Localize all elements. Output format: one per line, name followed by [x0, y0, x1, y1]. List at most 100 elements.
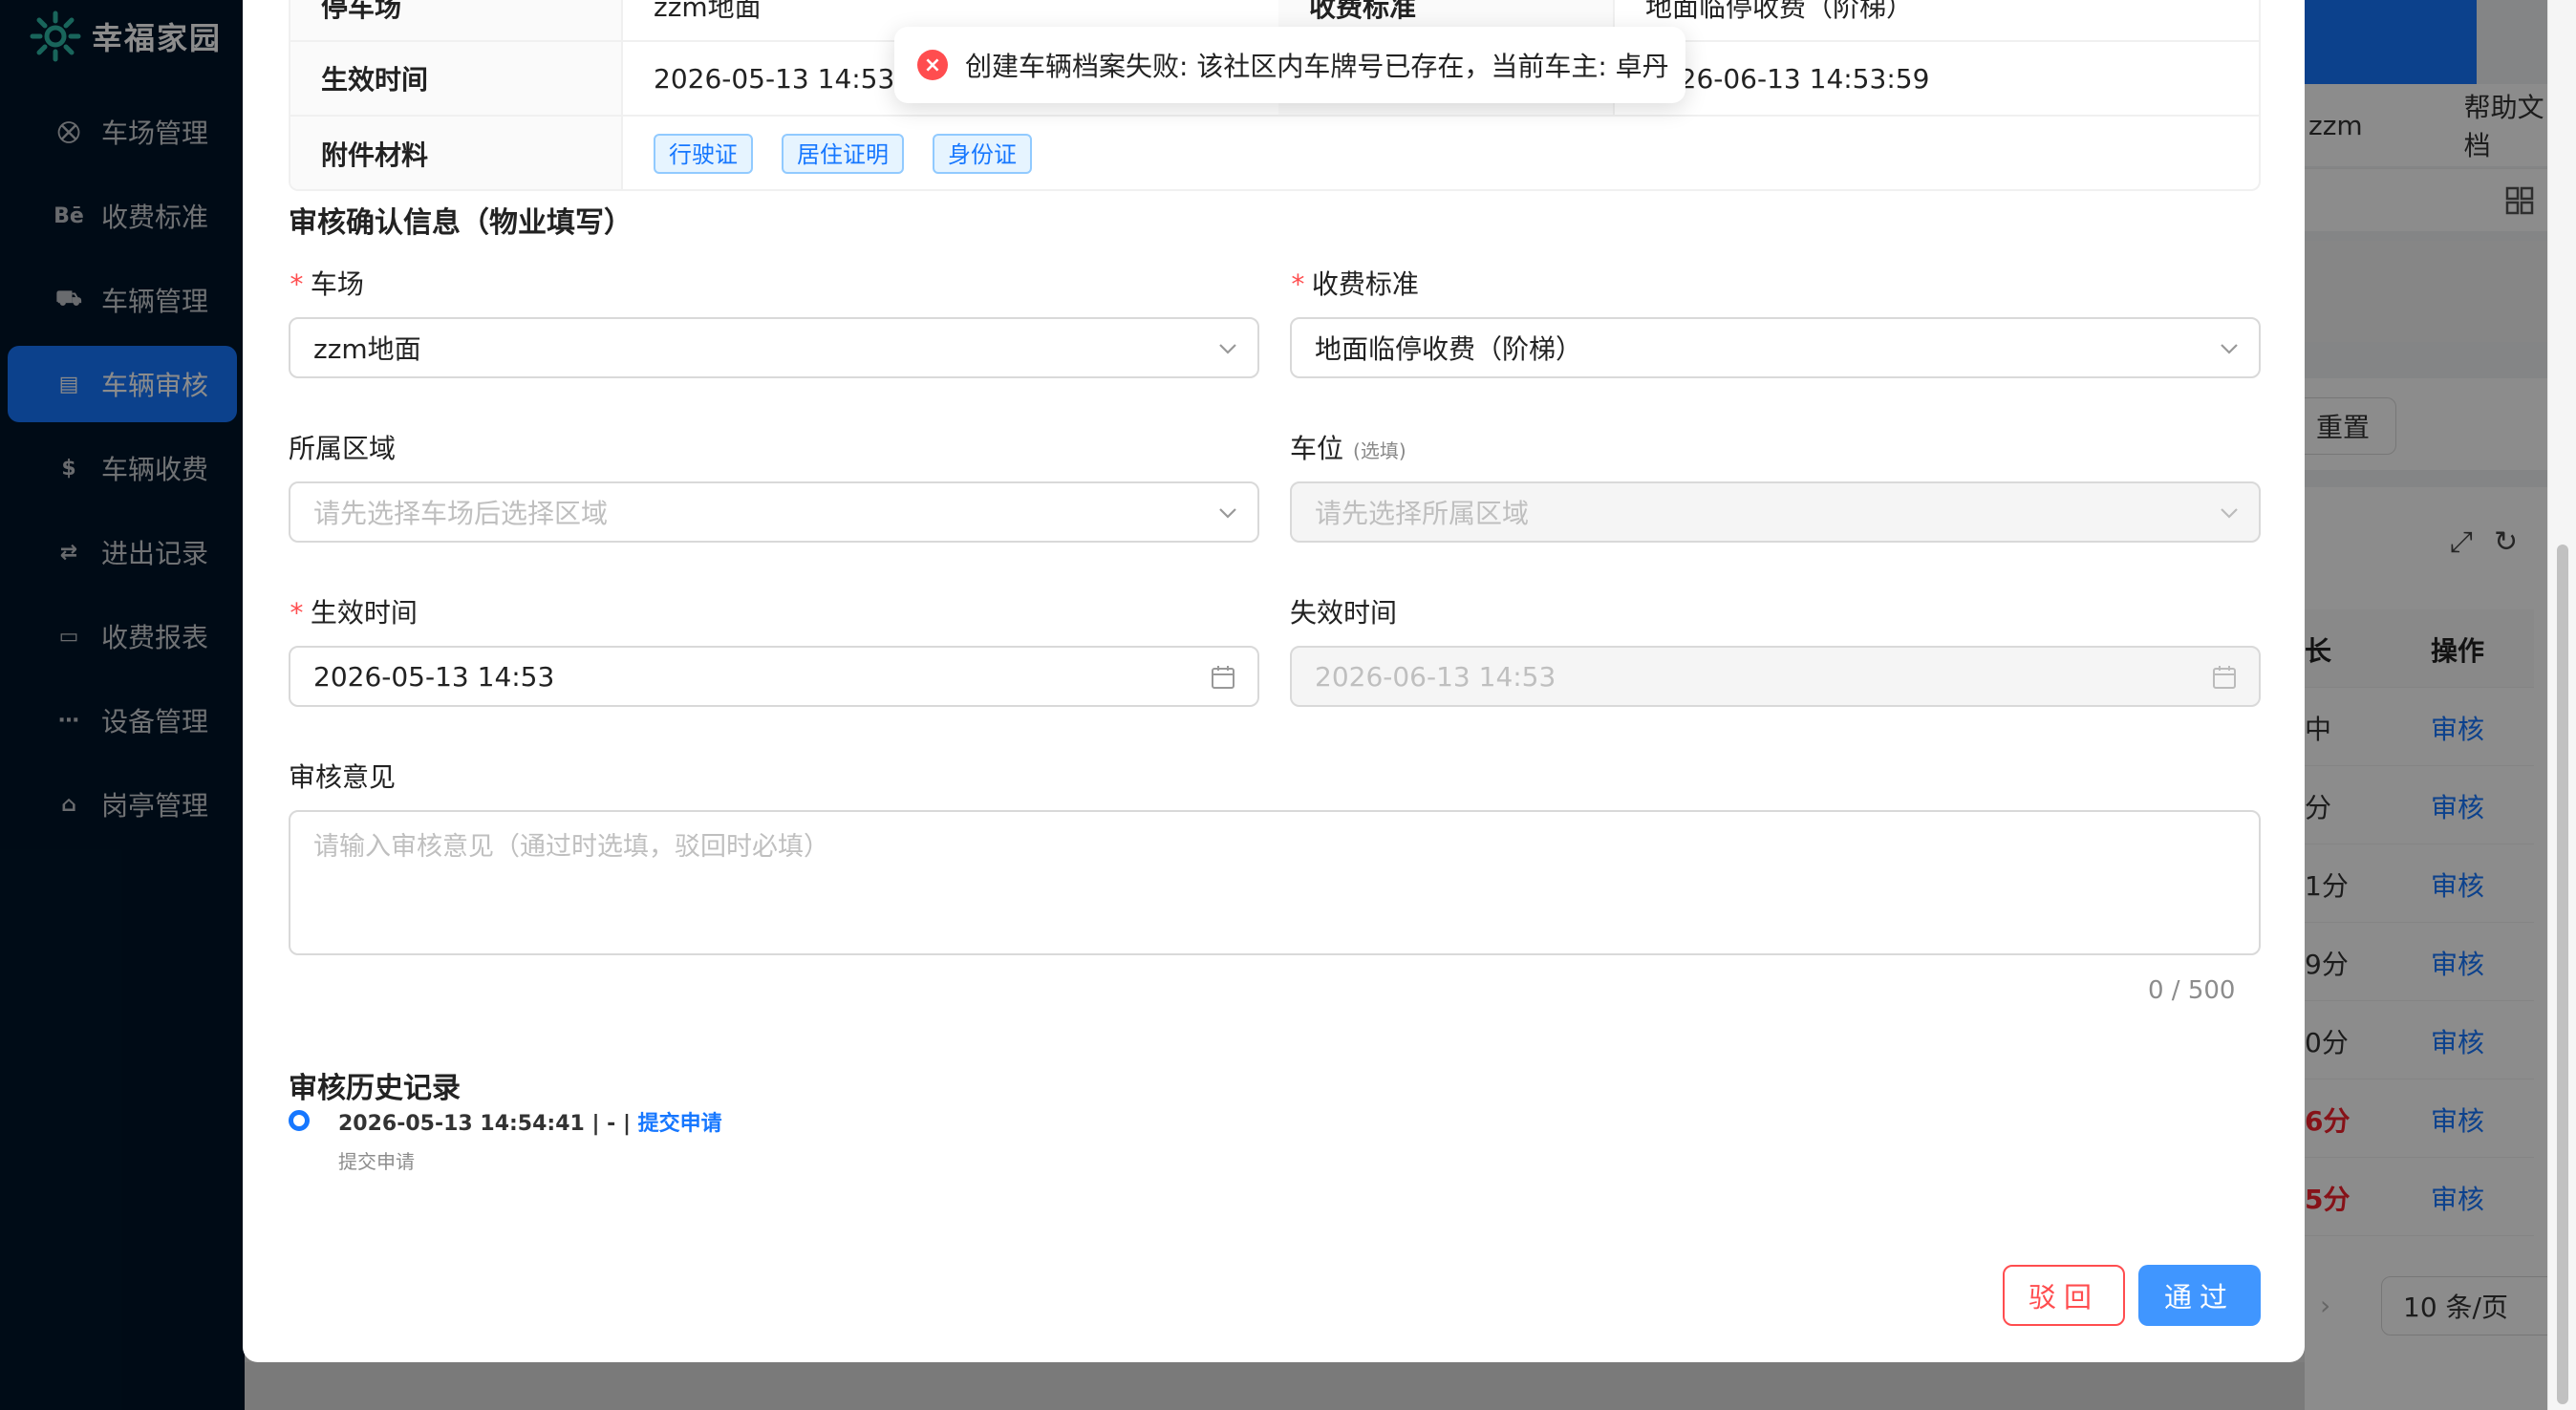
- audit-link[interactable]: 审核: [2431, 1022, 2484, 1060]
- space-select[interactable]: 请先选择所属区域: [1290, 481, 2261, 543]
- audit-link[interactable]: 审核: [2431, 787, 2484, 825]
- sidebar-item-label: 岗亭管理: [101, 790, 209, 822]
- sidebar-item-label: 车辆审核: [101, 370, 209, 401]
- audit-link[interactable]: 审核: [2431, 865, 2484, 904]
- sidebar-item-fee-standards[interactable]: Bē 收费标准: [8, 178, 237, 254]
- fullscreen-icon[interactable]: ⤢: [2450, 525, 2473, 559]
- history-action: 提交申请: [637, 1112, 722, 1136]
- chevron-down-icon: [2221, 344, 2238, 354]
- attachment-tag[interactable]: 行驶证: [654, 134, 753, 174]
- detail-value: 2026-06-13 14:53:59: [1645, 62, 1930, 95]
- history-time: 2026-05-13 14:54:41: [338, 1112, 585, 1136]
- page-size-select[interactable]: 10 条/页: [2381, 1276, 2568, 1335]
- calendar-icon: [2213, 666, 2236, 689]
- sidebar-item-devices[interactable]: ⋯ 设备管理: [8, 682, 237, 758]
- sidebar-item-fee-reports[interactable]: ▭ 收费报表: [8, 598, 237, 674]
- grid-icon[interactable]: [2505, 186, 2534, 215]
- table-header: 长 操作: [2305, 609, 2534, 688]
- sidebar-menu: ⛒ 车场管理 Bē 收费标准 ⛟ 车辆管理 ▤ 车辆审核 $ 车辆收费 ⇄ 进出…: [0, 94, 245, 850]
- area-select[interactable]: 请先选择车场后选择区域: [289, 481, 1259, 543]
- behance-icon: Bē: [54, 203, 84, 228]
- duration-cell: 6分: [2305, 1105, 2351, 1137]
- audit-link[interactable]: 审核: [2431, 1100, 2484, 1139]
- form-section-title: 审核确认信息（物业填写）: [289, 206, 633, 240]
- sidebar: 幸福家园 ⛒ 车场管理 Bē 收费标准 ⛟ 车辆管理 ▤ 车辆审核 $ 车辆收费…: [0, 0, 245, 1410]
- car-icon: ⛟: [55, 287, 82, 310]
- opinion-placeholder: 请输入审核意见（通过时选填，驳回时必填）: [313, 832, 829, 862]
- column-header-duration: 长: [2305, 635, 2332, 667]
- chevron-down-icon: [1219, 344, 1236, 354]
- timeline-dot: [289, 1110, 310, 1131]
- sidebar-item-label: 车场管理: [101, 118, 209, 149]
- duration-cell: 5分: [2305, 1184, 2351, 1215]
- expire-time-picker[interactable]: 2026-06-13 14:53: [1290, 646, 2261, 707]
- table-row: 0分 审核: [2305, 1001, 2534, 1079]
- history-item: 2026-05-13 14:54:41 | - | 提交申请: [338, 1106, 722, 1137]
- modal-mask-bottom: [245, 1362, 2305, 1410]
- scrollbar-thumb[interactable]: [2557, 545, 2568, 1404]
- app-logo[interactable]: 幸福家园: [29, 8, 222, 65]
- attachment-tag[interactable]: 身份证: [933, 134, 1032, 174]
- history-meta: | - |: [584, 1112, 638, 1136]
- required-mark: *: [1290, 268, 1306, 300]
- sidebar-item-booths[interactable]: ⌂ 岗亭管理: [8, 766, 237, 843]
- area-placeholder: 请先选择车场后选择区域: [313, 498, 609, 529]
- sidebar-item-label: 收费标准: [101, 202, 209, 233]
- refresh-icon[interactable]: ↻: [2494, 525, 2518, 559]
- sidebar-item-parking-lots[interactable]: ⛒ 车场管理: [8, 94, 237, 170]
- next-page-icon[interactable]: ›: [2320, 1290, 2330, 1321]
- audit-modal: 停车场 zzm地面 收费标准 地面临停收费（阶梯） 生效时间 2026-05-1…: [243, 0, 2305, 1362]
- required-mark: *: [289, 268, 305, 300]
- parking-lot-label: * 车场: [289, 268, 364, 300]
- char-counter: 0 / 500: [2148, 976, 2236, 1005]
- attachment-tag[interactable]: 居住证明: [782, 134, 904, 174]
- history-title: 审核历史记录: [289, 1072, 461, 1105]
- effective-time-value: 2026-05-13 14:53: [313, 660, 555, 693]
- attachments: 行驶证 居住证明 身份证: [623, 117, 2259, 189]
- required-mark: *: [289, 597, 305, 629]
- table-row: 9分 审核: [2305, 923, 2534, 1001]
- pass-button[interactable]: 通过: [2138, 1265, 2261, 1326]
- sidebar-item-entry-logs[interactable]: ⇄ 进出记录: [8, 514, 237, 590]
- duration-cell: 0分: [2305, 1027, 2349, 1058]
- duration-cell: 分: [2305, 792, 2332, 823]
- reset-button[interactable]: 重置: [2289, 397, 2396, 455]
- fee-standard-select[interactable]: 地面临停收费（阶梯）: [1290, 317, 2261, 378]
- table-row: 5分 审核: [2305, 1158, 2534, 1236]
- detail-value: 地面临停收费（阶梯）: [1645, 0, 1914, 23]
- details-row: 附件材料 行驶证 居住证明 身份证: [290, 117, 2259, 189]
- reject-button[interactable]: 驳回: [2003, 1265, 2125, 1326]
- error-toast: × 创建车辆档案失败: 该社区内车牌号已存在，当前车主: 卓丹: [894, 27, 1685, 103]
- parking-lot-select[interactable]: zzm地面: [289, 317, 1259, 378]
- calendar-icon: [1212, 666, 1234, 689]
- report-icon: ▭: [58, 624, 79, 649]
- audit-link[interactable]: 审核: [2431, 944, 2484, 982]
- booth-icon: ⌂: [61, 792, 76, 817]
- audit-link[interactable]: 审核: [2431, 1179, 2484, 1217]
- help-docs-link[interactable]: 帮助文档: [2464, 87, 2556, 163]
- fee-standard-value: 地面临停收费（阶梯）: [1315, 333, 1583, 365]
- sidebar-item-vehicle-fees[interactable]: $ 车辆收费: [8, 430, 237, 506]
- sidebar-item-label: 收费报表: [101, 622, 209, 653]
- toast-message: 创建车辆档案失败: 该社区内车牌号已存在，当前车主: 卓丹: [965, 51, 1669, 82]
- sidebar-item-vehicle-audit[interactable]: ▤ 车辆审核: [8, 346, 237, 422]
- expire-time-label: 失效时间: [1290, 597, 1398, 629]
- space-label: 车位 (选填): [1290, 433, 1406, 464]
- username[interactable]: zzm: [2308, 110, 2363, 141]
- sidebar-item-label: 进出记录: [101, 538, 209, 569]
- tabs-bar: [2305, 168, 2576, 231]
- space-placeholder: 请先选择所属区域: [1315, 498, 1530, 529]
- audit-table: ⤢ ↻ 长 操作 中 审核 分 审核 1分 审核 9分 审核 0分 审核 6分 …: [2305, 487, 2576, 1410]
- table-row: 6分 审核: [2305, 1079, 2534, 1158]
- effective-time-picker[interactable]: 2026-05-13 14:53: [289, 646, 1259, 707]
- audit-link[interactable]: 审核: [2431, 709, 2484, 747]
- top-header: zzm 帮助文档 «: [2305, 84, 2576, 166]
- chevron-down-icon: [2221, 508, 2238, 519]
- opinion-textarea[interactable]: 请输入审核意见（通过时选填，驳回时必填）: [289, 810, 2261, 955]
- entry-log-icon: ⇄: [59, 540, 78, 565]
- table-row: 1分 审核: [2305, 844, 2534, 923]
- history-note: 提交申请: [338, 1150, 415, 1173]
- sidebar-item-vehicles[interactable]: ⛟ 车辆管理: [8, 262, 237, 338]
- effective-time-label: * 生效时间: [289, 597, 418, 629]
- filter-area: [2305, 241, 2576, 342]
